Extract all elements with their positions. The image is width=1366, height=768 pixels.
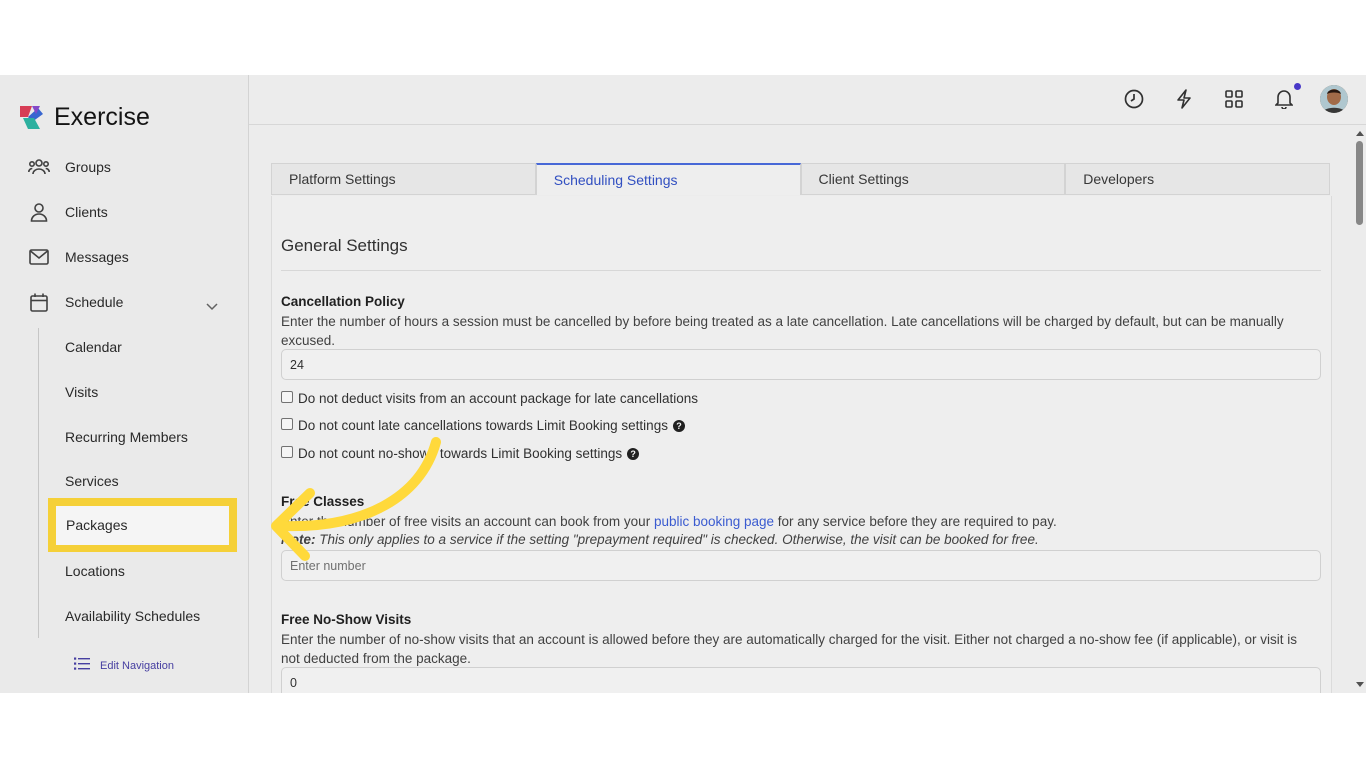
cancellation-policy-label: Cancellation Policy — [281, 294, 405, 309]
tab-client-settings[interactable]: Client Settings — [800, 163, 1066, 195]
sidebar-subitem-availability-schedules[interactable]: Availability Schedules — [65, 608, 200, 624]
sidebar-item-schedule[interactable]: Schedule — [28, 289, 123, 315]
checkbox-row: Do not count late cancellations towards … — [281, 417, 685, 433]
checkbox-label: Do not deduct visits from an account pac… — [298, 391, 698, 406]
sidebar-subitem-visits[interactable]: Visits — [65, 384, 98, 400]
main-content: Platform Settings Scheduling Settings Cl… — [249, 125, 1354, 693]
settings-tabs: Platform Settings Scheduling Settings Cl… — [271, 163, 1330, 197]
sidebar-subitem-services[interactable]: Services — [65, 473, 119, 489]
description-text: for any service before they are required… — [774, 514, 1057, 529]
app-name: Exercise — [54, 103, 150, 131]
sidebar-item-label: Groups — [65, 159, 111, 175]
free-noshow-input[interactable] — [281, 667, 1321, 693]
checkbox-label: Do not count no-shows towards Limit Book… — [298, 446, 623, 461]
free-classes-description: Enter the number of free visits an accou… — [281, 513, 1316, 532]
scrollbar-thumb[interactable] — [1356, 141, 1363, 225]
submenu-divider — [38, 328, 39, 638]
free-classes-label: Free Classes — [281, 494, 365, 509]
sidebar-item-messages[interactable]: Messages — [28, 244, 129, 270]
chevron-down-icon[interactable] — [206, 298, 218, 316]
sidebar-item-groups[interactable]: Groups — [28, 154, 111, 180]
logo[interactable]: Exercise — [18, 103, 150, 132]
tab-platform-settings[interactable]: Platform Settings — [271, 163, 536, 195]
sidebar-item-label: Messages — [65, 249, 129, 265]
app-window: Exercise Groups Clients Messages Schedul… — [0, 75, 1366, 693]
edit-navigation-link[interactable]: Edit Navigation — [74, 657, 174, 675]
note-label: Note: — [281, 532, 316, 547]
cancellation-hours-input[interactable] — [281, 349, 1321, 380]
topbar — [249, 75, 1366, 125]
sidebar-item-label: Schedule — [65, 294, 124, 310]
help-icon[interactable]: ? — [627, 447, 640, 460]
notification-dot — [1294, 83, 1301, 90]
note-text: This only applies to a service if the se… — [315, 532, 1039, 547]
public-booking-page-link[interactable]: public booking page — [654, 514, 774, 529]
scroll-up-icon[interactable] — [1355, 129, 1365, 137]
late-cancel-limit-checkbox[interactable] — [281, 417, 293, 430]
apps-grid-icon[interactable] — [1223, 88, 1245, 110]
checkbox-row: Do not deduct visits from an account pac… — [281, 390, 698, 406]
section-title: General Settings — [281, 236, 408, 255]
sidebar-subitem-recurring-members[interactable]: Recurring Members — [65, 429, 188, 445]
lightning-icon[interactable] — [1173, 88, 1195, 110]
sidebar-subitem-calendar[interactable]: Calendar — [65, 339, 122, 355]
free-classes-note: Note: This only applies to a service if … — [281, 532, 1039, 547]
section-divider — [281, 270, 1321, 271]
list-icon — [74, 657, 90, 675]
free-classes-input[interactable] — [281, 550, 1321, 581]
sidebar-subitem-packages[interactable]: Packages — [66, 517, 127, 533]
tab-scheduling-settings[interactable]: Scheduling Settings — [535, 163, 801, 195]
avatar[interactable] — [1320, 85, 1348, 113]
late-cancel-deduct-checkbox[interactable] — [281, 390, 293, 403]
edit-navigation-label: Edit Navigation — [100, 660, 174, 672]
scrollbar[interactable] — [1354, 125, 1366, 693]
envelope-icon — [28, 246, 50, 268]
logo-icon — [20, 106, 43, 129]
sidebar-subitem-locations[interactable]: Locations — [65, 563, 125, 579]
sidebar-item-clients[interactable]: Clients — [28, 199, 108, 225]
checkbox-row: Do not count no-shows towards Limit Book… — [281, 445, 640, 461]
free-noshow-description: Enter the number of no-show visits that … — [281, 632, 1298, 666]
clock-icon[interactable] — [1123, 88, 1145, 110]
cancellation-policy-description: Enter the number of hours a session must… — [281, 314, 1284, 348]
sidebar-item-label: Clients — [65, 204, 108, 220]
sidebar: Exercise Groups Clients Messages Schedul… — [0, 75, 249, 693]
calendar-icon — [28, 291, 50, 313]
settings-panel: General Settings Cancellation Policy Ent… — [271, 196, 1332, 693]
person-icon — [28, 201, 50, 223]
description-text: Enter the number of free visits an accou… — [281, 514, 654, 529]
help-icon[interactable]: ? — [672, 419, 685, 432]
bell-icon[interactable] — [1273, 88, 1295, 110]
checkbox-label: Do not count late cancellations towards … — [298, 418, 668, 433]
groups-icon — [28, 156, 50, 178]
noshow-limit-checkbox[interactable] — [281, 445, 293, 458]
tab-developers[interactable]: Developers — [1065, 163, 1330, 195]
free-noshow-label: Free No-Show Visits — [281, 612, 412, 627]
scroll-down-icon[interactable] — [1355, 681, 1365, 689]
